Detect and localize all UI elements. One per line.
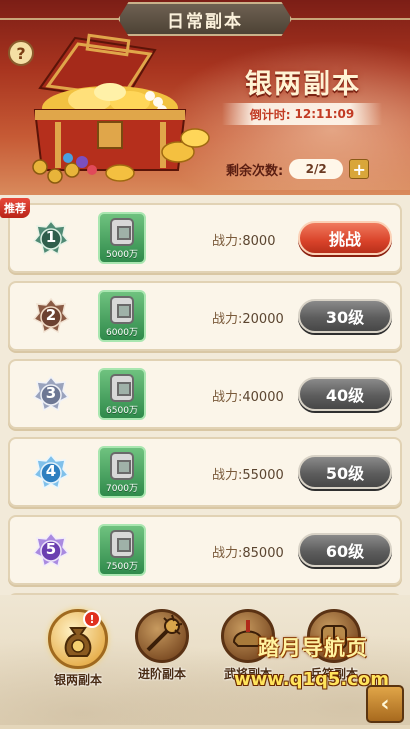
power-value: 40000 — [242, 390, 284, 405]
nav-silver-dungeon[interactable]: ! 银两副本 — [40, 609, 116, 699]
add-attempts-button[interactable]: + — [349, 159, 370, 179]
recommend-tag: 推荐 — [0, 198, 30, 218]
reward-amount: 7000万 — [106, 484, 138, 494]
challenge-button[interactable]: 挑战 — [298, 221, 392, 255]
stage-power: 战力:20000 — [212, 308, 284, 327]
countdown-value: 12:11:09 — [294, 107, 355, 121]
help-button[interactable]: ? — [8, 40, 34, 66]
reward-amount: 6500万 — [106, 406, 138, 416]
power-value: 85000 — [242, 546, 284, 561]
level-locked-button[interactable]: 60级 — [298, 533, 392, 567]
stage-power: 战力:8000 — [212, 230, 275, 249]
reward-item[interactable]: 6000万 — [98, 290, 146, 342]
countdown-timer: 倒计时: 12:11:09 — [222, 103, 382, 125]
title-divider-right — [290, 18, 410, 20]
level-locked-button[interactable]: 30级 — [298, 299, 392, 333]
nav-label: 进阶副本 — [137, 667, 186, 681]
stage-row: 2 6000万 战力:20000 30级 — [8, 281, 402, 351]
stage-number: 4 — [45, 462, 57, 480]
stage-power: 战力:85000 — [212, 542, 284, 561]
chevron-left-icon: ‹ — [380, 691, 390, 717]
stage-list[interactable]: 1 5000万 战力:8000 挑战 2 6000万 战力:20000 30级 — [0, 195, 410, 595]
remaining-value: 2/2 — [289, 159, 344, 179]
countdown-label: 倒计时: — [249, 107, 291, 122]
power-label: 战力: — [212, 546, 243, 561]
dungeon-banner: 日常副本 ? 银两副本 倒计时: 12:11:09 剩余次数: 2/2 + — [0, 0, 410, 195]
reward-amount: 7500万 — [106, 562, 138, 572]
level-locked-button[interactable]: 50级 — [298, 455, 392, 489]
power-label: 战力: — [212, 234, 243, 249]
money-bag-icon: ! — [48, 609, 108, 669]
power-label: 战力: — [212, 312, 243, 327]
reward-item[interactable]: 6500万 — [98, 368, 146, 420]
reward-item[interactable]: 7500万 — [98, 524, 146, 576]
title-divider-left — [0, 18, 120, 20]
reward-item[interactable]: 5000万 — [98, 212, 146, 264]
level-locked-button[interactable]: 40级 — [298, 377, 392, 411]
stage-badge: 2 — [32, 297, 70, 335]
stage-badge: 1 — [32, 219, 70, 257]
silver-coin-icon — [110, 296, 134, 324]
power-value: 55000 — [242, 468, 284, 483]
dungeon-name: 银两副本 — [245, 69, 361, 100]
silver-coin-icon — [110, 218, 134, 246]
power-value: 8000 — [242, 234, 276, 249]
page-title: 日常副本 — [167, 11, 243, 32]
stage-badge: 3 — [32, 375, 70, 413]
stage-row: 1 5000万 战力:8000 挑战 — [8, 203, 402, 273]
power-label: 战力: — [212, 468, 243, 483]
stage-number: 1 — [45, 228, 57, 246]
stage-row: 5 7500万 战力:85000 60级 — [8, 515, 402, 585]
stage-number: 3 — [45, 384, 57, 402]
stage-row: 3 6500万 战力:40000 40级 — [8, 359, 402, 429]
stage-badge: 4 — [32, 453, 70, 491]
page-title-tab: 日常副本 — [118, 2, 292, 36]
stage-power: 战力:55000 — [212, 464, 284, 483]
stage-badge: 5 — [32, 531, 70, 569]
reward-amount: 6000万 — [106, 328, 138, 338]
dungeon-type-nav: ! 银两副本 进阶副本 武将副本 兵符副本 踏月导航页 www.q1q5.com… — [0, 595, 410, 729]
reward-amount: 5000万 — [106, 250, 138, 260]
nav-advanced-dungeon[interactable]: 进阶副本 — [124, 609, 200, 699]
power-value: 20000 — [242, 312, 284, 327]
watermark-title: 踏月导航页 — [258, 636, 368, 660]
spiked-mace-icon — [135, 609, 189, 663]
question-icon: ? — [16, 43, 26, 63]
silver-coin-icon — [110, 452, 134, 480]
nav-label: 银两副本 — [53, 673, 102, 687]
silver-coin-icon — [110, 530, 134, 558]
silver-coin-icon — [110, 374, 134, 402]
stage-number: 5 — [45, 540, 57, 558]
stage-number: 2 — [45, 306, 57, 324]
stage-power: 战力:40000 — [212, 386, 284, 405]
remaining-label: 剩余次数: — [226, 163, 284, 179]
back-button[interactable]: ‹ — [366, 685, 404, 723]
power-label: 战力: — [212, 390, 243, 405]
alert-badge: ! — [83, 610, 101, 628]
reward-item[interactable]: 7000万 — [98, 446, 146, 498]
stage-row: 4 7000万 战力:55000 50级 — [8, 437, 402, 507]
remaining-attempts: 剩余次数: 2/2 + — [226, 158, 370, 180]
